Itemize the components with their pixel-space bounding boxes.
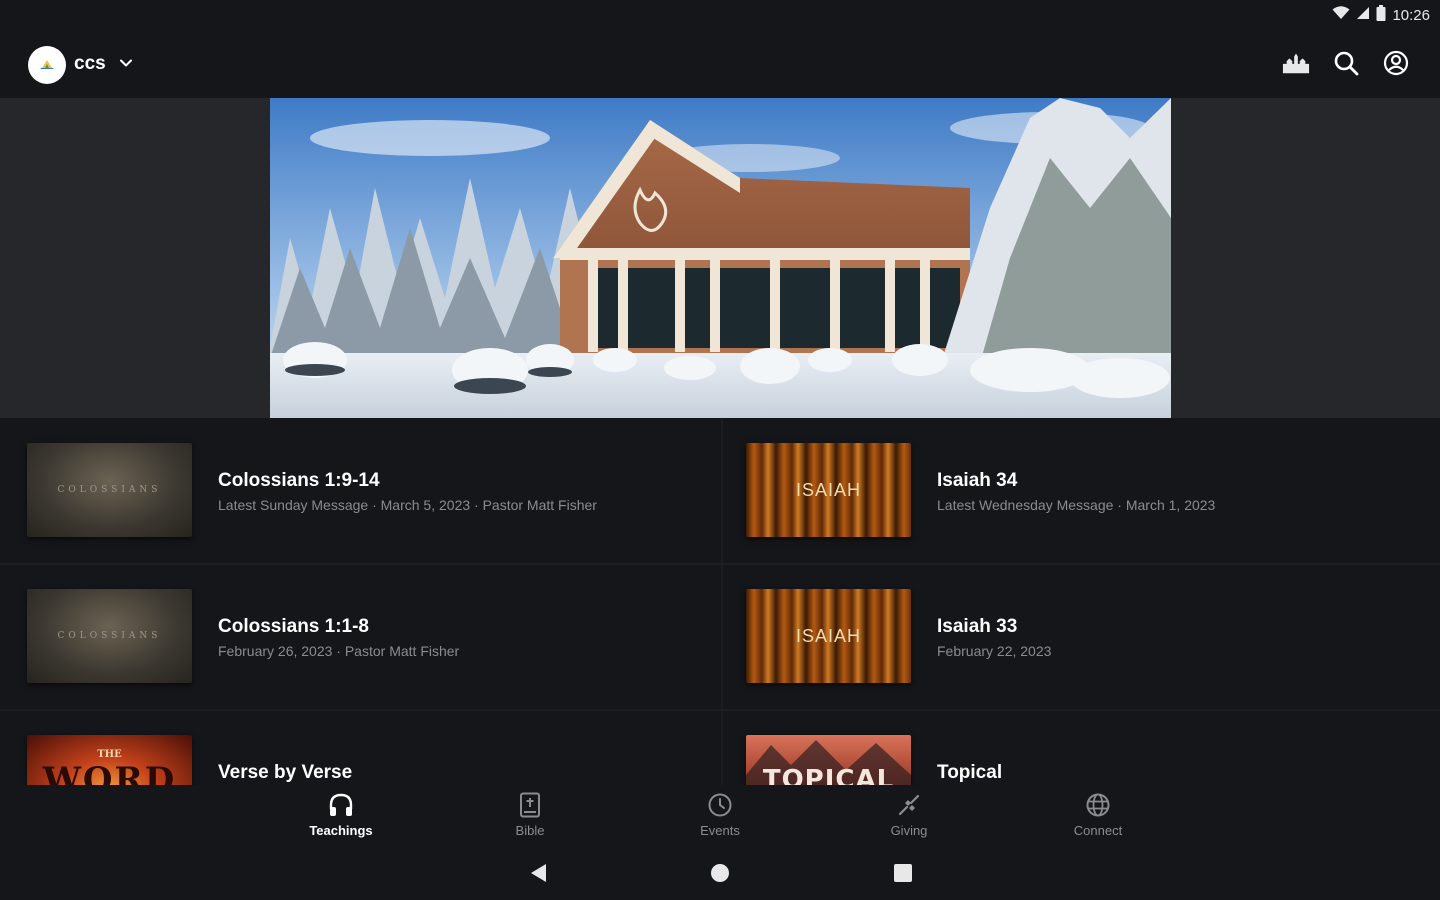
nav-giving[interactable]: Giving [859,791,959,838]
teaching-subtitle: Latest Sunday Message · March 5, 2023 · … [218,497,597,513]
status-icons: 10:26 [1332,4,1430,26]
teaching-title: Isaiah 34 [937,470,1018,491]
list-item[interactable]: THE WORD Verse by Verse [27,710,727,785]
giving-icon [895,791,923,819]
back-icon[interactable] [526,861,550,885]
nav-label: Giving [890,823,928,838]
status-bar: 10:26 [0,0,1440,30]
series-thumbnail: ISAIAH [746,589,911,683]
app-header: ccs [0,30,1440,98]
nav-label: Teachings [309,823,373,838]
teaching-subtitle: February 22, 2023 [937,643,1052,659]
teaching-title: Colossians 1:9-14 [218,470,380,491]
app-screen: 10:26 ccs COLOSSIANS Colossians 1:9-14 L… [0,0,1440,900]
thumbnail-label: COLOSSIANS [57,631,162,641]
series-thumbnail: TOPICAL [746,735,911,785]
globe-icon [1084,791,1112,819]
bottom-navigation: Teachings Bible Events Giving Connect [0,785,1440,843]
headphones-icon [327,791,355,819]
search-icon[interactable] [1332,49,1360,77]
account-icon[interactable] [1382,49,1410,77]
nav-bible[interactable]: Bible [480,791,580,838]
chevron-down-icon[interactable] [118,55,134,71]
teaching-title: Verse by Verse [218,762,353,783]
clock-icon [706,791,734,819]
list-item[interactable]: ISAIAH Isaiah 33 February 22, 2023 [746,564,1440,684]
bible-icon [516,791,544,819]
signal-icon [1356,6,1370,25]
church-building-image [270,98,1171,418]
church-logo-icon [37,55,57,75]
recents-icon[interactable] [891,861,915,885]
column-divider [721,418,723,785]
header-actions [1282,49,1410,77]
series-thumbnail: COLOSSIANS [27,443,192,537]
nav-label: Bible [515,823,545,838]
wifi-icon [1332,5,1350,25]
thumbnail-label: COLOSSIANS [57,485,162,495]
list-item[interactable]: ISAIAH Isaiah 34 Latest Wednesday Messag… [746,418,1440,538]
thumbnail-label-big: WORD [42,760,177,785]
teaching-title: Colossians 1:1-8 [218,616,369,637]
home-icon[interactable] [708,861,732,885]
thumbnail-label: TOPICAL [762,765,895,785]
teaching-subtitle: Latest Wednesday Message · March 1, 2023 [937,497,1216,513]
nav-connect[interactable]: Connect [1048,791,1148,838]
hero-banner[interactable] [270,98,1171,418]
list-item[interactable]: COLOSSIANS Colossians 1:9-14 Latest Sund… [27,418,727,538]
system-navigation-bar [0,843,1440,900]
teaching-title: Topical [937,762,1003,783]
thumbnail-label: ISAIAH [795,479,862,500]
nav-teachings[interactable]: Teachings [291,791,391,838]
church-icon[interactable] [1282,49,1310,77]
status-time: 10:26 [1392,6,1430,24]
teaching-subtitle: February 26, 2023 · Pastor Matt Fisher [218,643,460,659]
nav-events[interactable]: Events [670,791,770,838]
nav-label: Events [700,823,740,838]
teachings-list: COLOSSIANS Colossians 1:9-14 Latest Sund… [0,418,1440,785]
org-name[interactable]: ccs [74,53,106,75]
teaching-title: Isaiah 33 [937,616,1018,637]
nav-label: Connect [1073,823,1123,838]
thumbnail-label: ISAIAH [795,625,862,646]
list-item[interactable]: COLOSSIANS Colossians 1:1-8 February 26,… [27,564,727,684]
series-thumbnail: COLOSSIANS [27,589,192,683]
thumbnail-label-small: THE [97,749,122,760]
list-item[interactable]: TOPICAL Topical [746,710,1440,785]
church-logo[interactable] [28,46,66,84]
series-thumbnail: ISAIAH [746,443,911,537]
battery-icon [1376,4,1386,26]
series-thumbnail: THE WORD [27,735,192,785]
thumbnail-label: THE WORD [27,749,192,785]
